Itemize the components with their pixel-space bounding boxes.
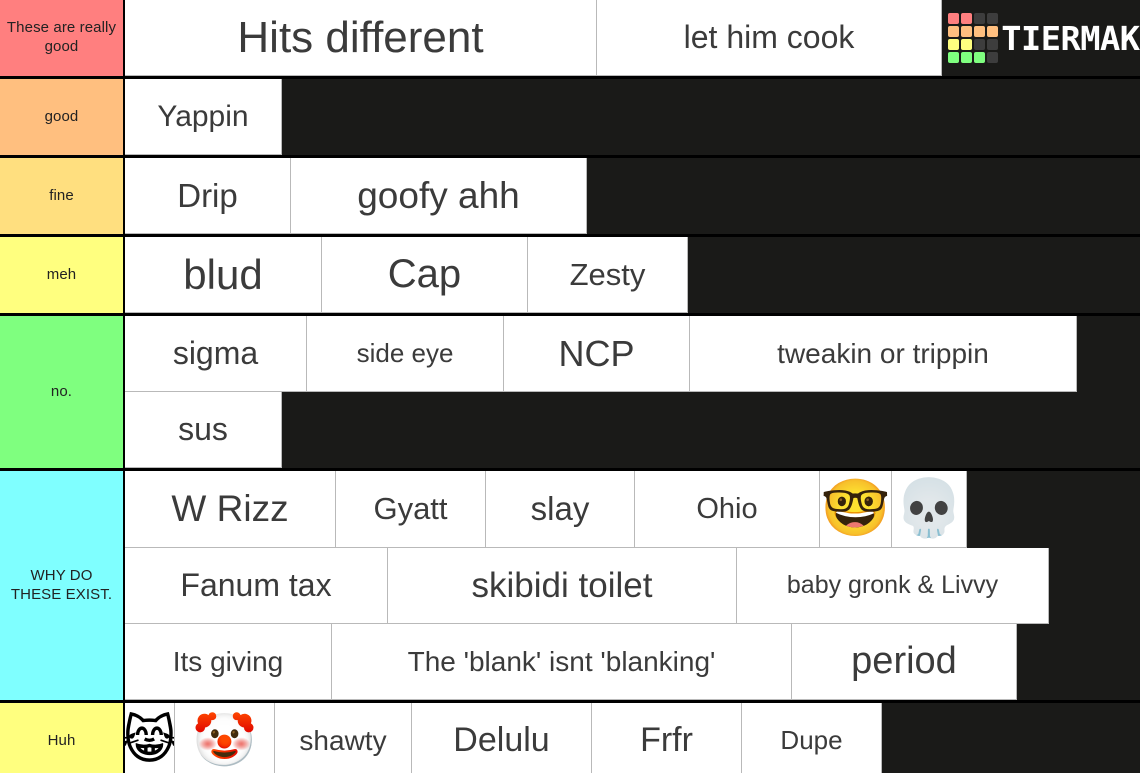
tier-item-container[interactable]: Yappin <box>125 79 1140 155</box>
tier-row: meh blud Cap Zesty <box>0 237 1140 316</box>
logo-grid-cell <box>948 52 959 63</box>
tier-item-container[interactable]: Drip goofy ahh <box>125 158 1140 234</box>
tier-item-container[interactable]: 😹🤡shawtyDeluluFrfrDupe <box>125 703 1140 773</box>
tier-label[interactable]: good <box>0 79 125 155</box>
logo-grid-cell <box>948 13 959 24</box>
logo-grid-cell <box>974 13 985 24</box>
logo-grid-cell <box>974 39 985 50</box>
tier-item[interactable]: Gyatt <box>336 471 486 548</box>
tier-label[interactable]: Huh <box>0 703 125 773</box>
tier-row: no. sigma side eye NCP tweakin or trippin sus <box>0 316 1140 471</box>
tier-item-container[interactable]: sigma side eye NCP tweakin or trippin sus <box>125 316 1140 468</box>
logo-grid-cell <box>961 52 972 63</box>
nerd-face-emoji[interactable]: 🤓 <box>820 471 892 548</box>
logo-grid-cell <box>974 26 985 37</box>
tier-item-container[interactable]: blud Cap Zesty <box>125 237 1140 313</box>
tier-item[interactable]: Yappin <box>125 79 282 155</box>
tier-item[interactable]: baby gronk & Livvy <box>737 548 1049 624</box>
tier-row: Huh😹🤡shawtyDeluluFrfrDupe <box>0 703 1140 773</box>
logo-grid-cell <box>987 26 998 37</box>
cat-joy-emoji[interactable]: 😹 <box>125 703 175 773</box>
tier-item[interactable]: Cap <box>322 237 528 313</box>
tier-label[interactable]: no. <box>0 316 125 468</box>
tier-item[interactable]: Ohio <box>635 471 820 548</box>
tier-list-board: TIERMAKER These are really goodHits diff… <box>0 0 1140 773</box>
tier-item-container[interactable]: W Rizz Gyatt slay Ohio 🤓 💀 Fanum tax skibidi to… <box>125 471 1140 700</box>
clown-face-emoji[interactable]: 🤡 <box>175 703 275 773</box>
logo-grid-cell <box>948 39 959 50</box>
tier-item[interactable]: shawty <box>275 703 412 773</box>
tiermaker-wordmark: TIERMAKER <box>1001 18 1140 58</box>
tier-item[interactable]: NCP <box>504 316 690 392</box>
tier-item[interactable]: period <box>792 624 1017 700</box>
tier-item[interactable]: slay <box>486 471 635 548</box>
tier-label[interactable]: These are really good <box>0 0 125 76</box>
tier-item[interactable]: Frfr <box>592 703 742 773</box>
logo-grid-cell <box>987 39 998 50</box>
logo-grid-cell <box>987 52 998 63</box>
tier-row: WHY DO THESE EXIST. W Rizz Gyatt slay Ohio 🤓 💀… <box>0 471 1140 703</box>
tier-item[interactable]: let him cook <box>597 0 942 76</box>
logo-grid-cell <box>948 26 959 37</box>
tier-item[interactable]: Dupe <box>742 703 882 773</box>
tier-item[interactable]: tweakin or trippin <box>690 316 1077 392</box>
tier-item[interactable]: goofy ahh <box>291 158 587 234</box>
tier-item[interactable]: skibidi toilet <box>388 548 737 624</box>
tier-label[interactable]: WHY DO THESE EXIST. <box>0 471 125 700</box>
tiermaker-grid-icon <box>948 13 998 63</box>
tier-item[interactable]: sigma <box>125 316 307 392</box>
tier-item[interactable]: Delulu <box>412 703 592 773</box>
tier-item[interactable]: Its giving <box>125 624 332 700</box>
tier-item[interactable]: blud <box>125 237 322 313</box>
tier-rows-container: These are really good Hits different let h… <box>0 0 1140 773</box>
tiermaker-logo: TIERMAKER <box>942 0 1140 76</box>
tier-item[interactable]: Drip <box>125 158 291 234</box>
tier-item[interactable]: sus <box>125 392 282 468</box>
tier-label[interactable]: fine <box>0 158 125 234</box>
logo-grid-cell <box>961 39 972 50</box>
tier-row: good Yappin <box>0 79 1140 158</box>
logo-grid-cell <box>974 52 985 63</box>
tier-label[interactable]: meh <box>0 237 125 313</box>
tier-item[interactable]: side eye <box>307 316 504 392</box>
logo-grid-cell <box>987 13 998 24</box>
tier-item[interactable]: Fanum tax <box>125 548 388 624</box>
tier-item[interactable]: Zesty <box>528 237 688 313</box>
tier-item[interactable]: W Rizz <box>125 471 336 548</box>
tier-item[interactable]: Hits different <box>125 0 597 76</box>
logo-grid-cell <box>961 26 972 37</box>
logo-grid-cell <box>961 13 972 24</box>
tier-row: fine Drip goofy ahh <box>0 158 1140 237</box>
tier-item[interactable]: The 'blank' isnt 'blanking' <box>332 624 792 700</box>
skull-emoji[interactable]: 💀 <box>892 471 967 548</box>
